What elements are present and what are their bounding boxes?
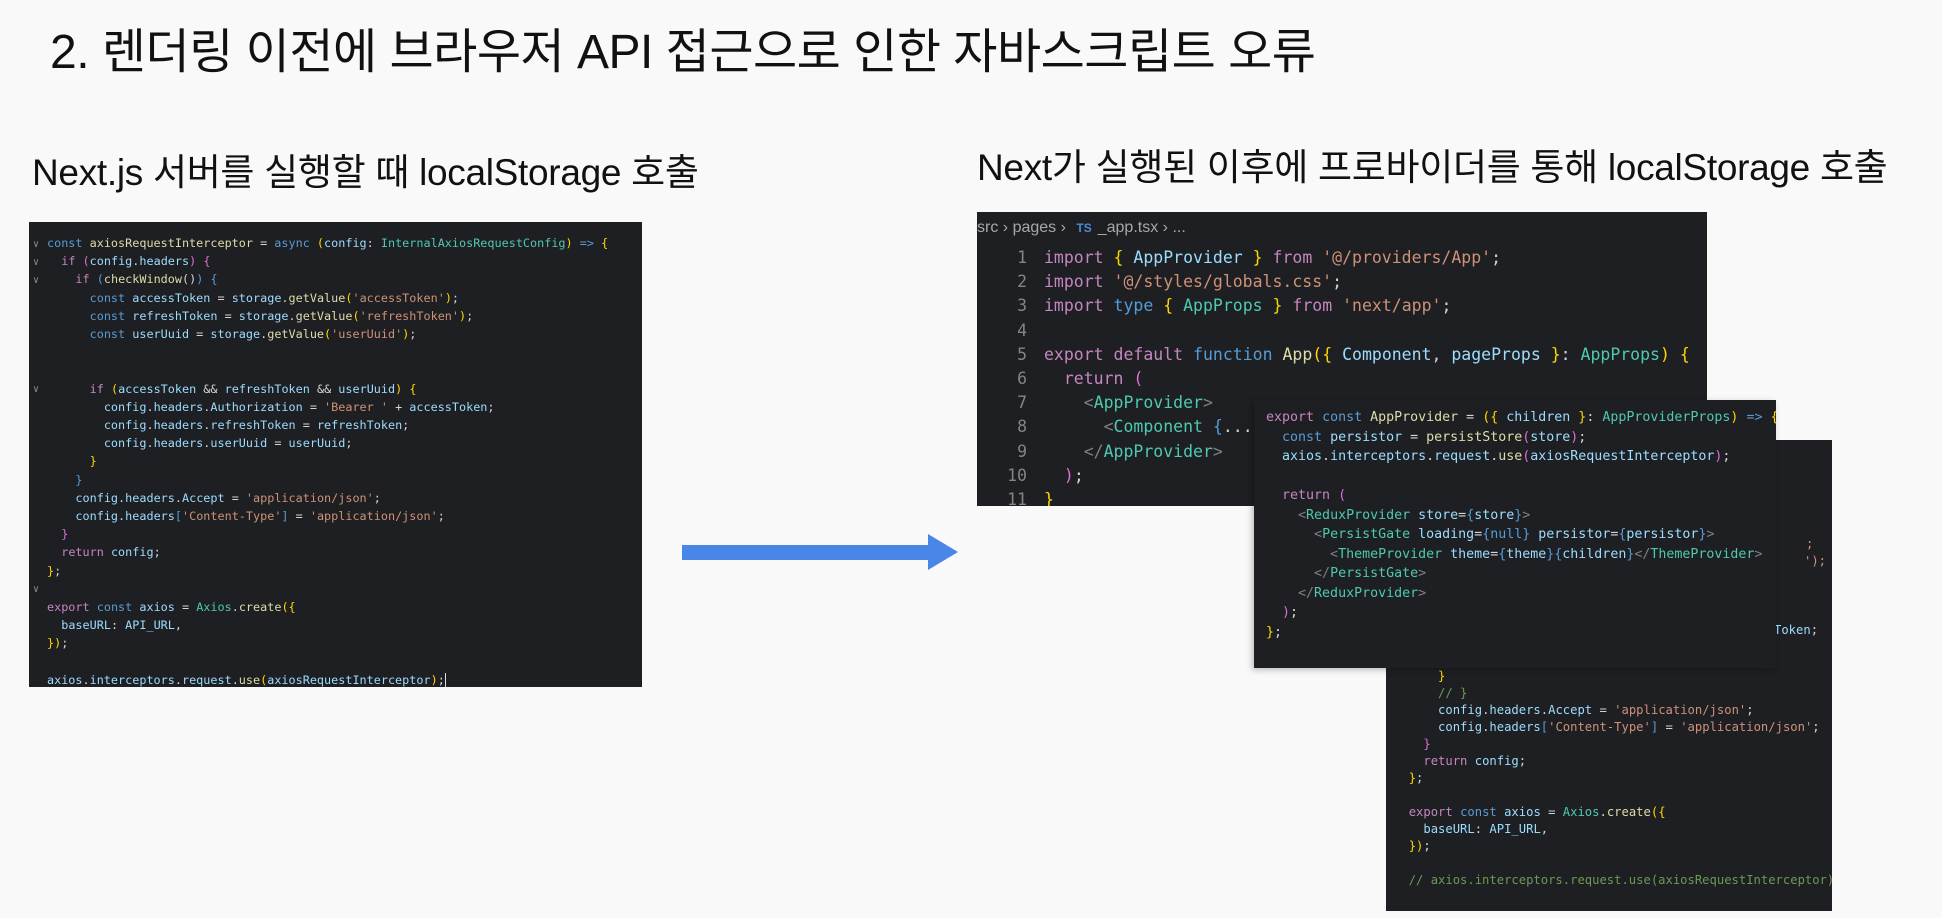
code-line: const refreshToken = storage.getValue('r… [89,308,474,323]
code-line: config.headers.Accept = 'application/jso… [75,490,381,505]
right-subtitle: Next가 실행된 이후에 프로바이더를 통해 localStorage 호출 [977,147,1888,188]
code-line: } [75,472,83,487]
code-line: if (checkWindow()) { [75,272,218,287]
code-line: return config; [1423,754,1527,768]
arrow-right-icon [682,534,958,570]
code-line: <ThemeProvider theme={theme}{children}</… [1330,546,1763,562]
line-number: 4 [1017,320,1027,340]
code-line: export default function App({ Component,… [1044,344,1690,364]
line-number: 5 [1017,344,1027,364]
code-line: import { AppProvider } from '@/providers… [1044,248,1502,267]
code-line: const accessToken = storage.getValue('ac… [89,290,460,305]
line-number: 9 [1017,441,1027,461]
code-line: config.headers.Authorization = 'Bearer '… [103,399,495,414]
code-line: }; [47,563,62,578]
code-line: }; [1266,624,1283,640]
code-line: config.headers.Accept = 'application/jso… [1438,703,1754,717]
breadcrumb-ellipsis[interactable]: ... [1172,219,1185,236]
code-line: return ( [1282,488,1347,503]
page-title: 2. 렌더링 이전에 브라우저 API 접근으로 인한 자바스크립트 오류 [50,26,1316,79]
breadcrumb-pages[interactable]: pages [1013,219,1057,236]
code-line: </PersistGate> [1314,566,1427,581]
code-fragment: Token; [1774,623,1819,637]
code-line: return config; [61,545,161,560]
code-line: <PersistGate loading={null} persistor={p… [1314,527,1715,542]
code-line: if (accessToken && refreshToken && userU… [89,381,417,396]
line-number: 10 [1007,465,1027,485]
chevron-right-icon: › [1162,219,1173,236]
chevron-right-icon: › [1002,219,1013,236]
code-line: } [89,454,97,469]
line-number: 2 [1017,272,1027,292]
chevron-right-icon: › [1060,219,1071,236]
code-line: config.headers['Content-Type'] = 'applic… [1438,720,1820,734]
fold-chevron-icon: ∨ [33,584,40,595]
code-line: const persistor = persistStore(store); [1282,429,1587,445]
code-block-interceptor-original: ∨ ∨ ∨ ∨ ∨ const axiosRequestInterceptor … [29,222,642,687]
code-line: config.headers.refreshToken = refreshTok… [103,418,410,433]
code-line: export const AppProvider = ({ children }… [1266,410,1776,425]
typescript-file-icon: TS [1076,221,1092,235]
code-line: }; [1408,771,1424,785]
line-number: 7 [1017,393,1027,413]
code-fragment: '); [1804,554,1827,568]
code-line: config.headers['Content-Type'] = 'applic… [75,509,445,524]
code-line: if (config.headers) { [61,254,211,269]
code-line: return ( [1063,369,1144,389]
code-line: import '@/styles/globals.css'; [1044,272,1343,292]
code-line: // axios.interceptors.request.use(axiosR… [1408,873,1832,887]
code-line: }); [1408,839,1431,853]
fold-chevron-icon: ∨ [33,384,40,395]
code-line: baseURL: API_URL, [1423,822,1549,836]
code-line: config.headers.userUuid = userUuid; [103,436,353,451]
breadcrumb: src › pages › TS _app.tsx › ... [977,212,1707,244]
code-line: export const axios = Axios.create({ [47,600,296,615]
code-block-app-provider: export const AppProvider = ({ children }… [1254,400,1776,668]
fold-chevron-icon: ∨ [33,239,40,250]
code-line: import type { AppProps } from 'next/app'… [1044,296,1452,316]
code-line: <ReduxProvider store={store}> [1298,507,1531,523]
line-number: 6 [1017,369,1027,389]
line-number-gutter: 1 2 3 4 5 6 7 8 9 10 11 [977,246,1027,506]
code-line: ); [1282,605,1299,620]
code-line: </ReduxProvider> [1298,585,1427,601]
line-number: 1 [1017,248,1027,267]
breadcrumb-src[interactable]: src [977,219,998,236]
code-line: const userUuid = storage.getValue('userU… [89,327,417,342]
code-line: } [1438,669,1446,683]
line-number: 3 [1017,296,1027,316]
code-fragment: ; [1806,537,1814,551]
line-number: 8 [1017,417,1027,437]
code-line: axios.interceptors.request.use(axiosRequ… [29,671,642,687]
code-line: } [1423,737,1431,751]
fold-chevron-icon: ∨ [33,257,40,268]
left-subtitle: Next.js 서버를 실행할 때 localStorage 호출 [32,152,699,193]
fold-chevron-icon: ∨ [33,275,40,286]
code-line: } [61,527,69,542]
line-number: 11 [1007,490,1027,506]
code-line: baseURL: API_URL, [61,618,182,633]
code-line: // } [1438,686,1468,700]
code-line: }); [47,636,69,651]
code-line: export const axios = Axios.create({ [1408,805,1666,819]
breadcrumb-file[interactable]: _app.tsx [1098,219,1158,236]
code-line: axios.interceptors.request.use(axiosRequ… [1282,449,1731,464]
code-line: const axiosRequestInterceptor = async (c… [47,236,609,250]
